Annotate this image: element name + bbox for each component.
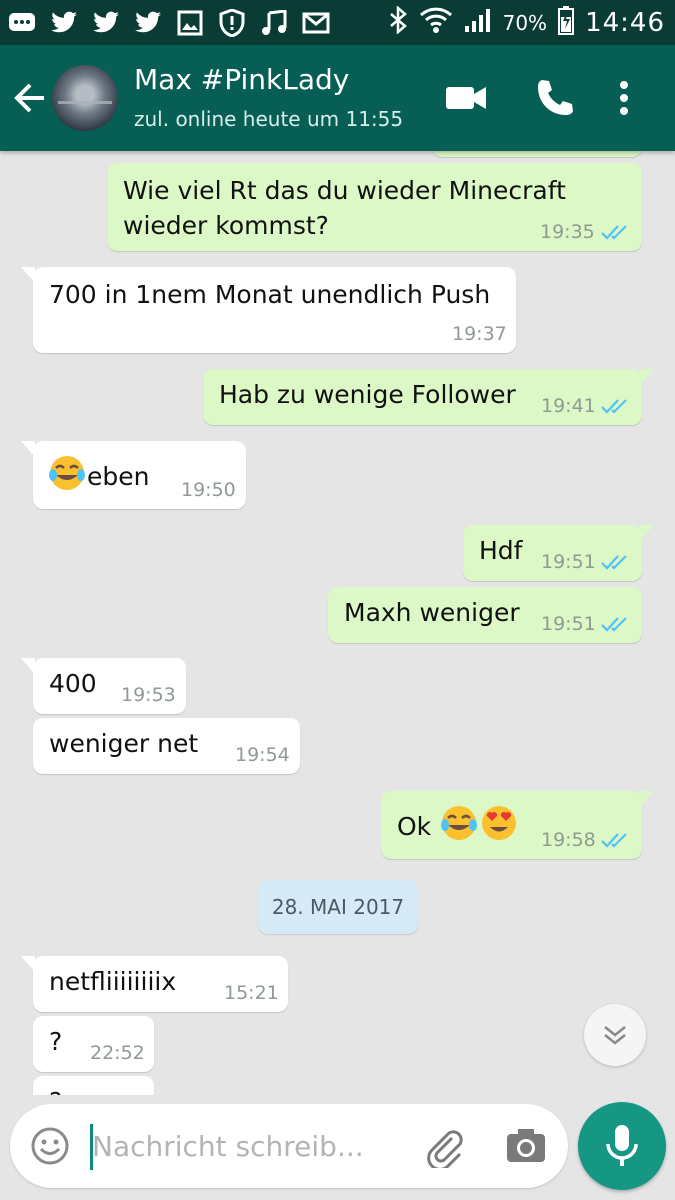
message-bubble-incoming[interactable]: ? 22:52 <box>33 1016 154 1072</box>
twitter-bird-icon <box>134 9 162 37</box>
voice-message-button[interactable] <box>578 1102 666 1190</box>
message-input[interactable] <box>92 1120 402 1172</box>
message-text: Ok <box>397 812 432 841</box>
message-text: 700 in 1nem Monat unendlich Push <box>49 280 491 309</box>
message-time: 19:51 <box>541 551 596 573</box>
face-with-tears-of-joy-icon <box>441 806 478 840</box>
read-receipt-icon <box>601 555 627 570</box>
message-bubble-outgoing[interactable]: Hab zu wenige Follower 19:41 <box>203 369 654 425</box>
attach-paperclip-icon[interactable] <box>422 1124 466 1171</box>
microphone-icon <box>606 1125 638 1166</box>
read-receipt-icon <box>601 399 627 414</box>
face-with-tears-of-joy-icon <box>49 456 85 490</box>
message-text: Maxh weniger <box>344 598 520 627</box>
message-time: 19:41 <box>541 395 596 417</box>
message-bubble-incoming[interactable]: netfliiiiiiiix 15:21 <box>21 956 288 1012</box>
message-text: netfliiiiiiiix <box>49 967 177 996</box>
message-time: 19:35 <box>540 221 595 243</box>
message-time: 19:54 <box>235 744 290 766</box>
phone-icon[interactable] <box>532 75 578 121</box>
gallery-icon <box>176 9 204 37</box>
message-bubble-outgoing[interactable]: Hdf 19:51 <box>463 525 654 581</box>
message-bubble-outgoing[interactable]: Ok 19:58 <box>381 791 654 859</box>
message-time: 19:50 <box>181 479 236 501</box>
message-bubble-outgoing[interactable]: Wie viel Rt das du wieder Minecraft wied… <box>107 163 642 251</box>
music-note-icon <box>260 9 288 37</box>
message-time: 19:58 <box>541 829 596 851</box>
camera-icon[interactable] <box>504 1124 548 1168</box>
read-receipt-icon <box>601 225 627 240</box>
message-bubble-incoming[interactable]: 400 19:53 <box>21 658 186 714</box>
heart-eyes-icon <box>482 806 517 840</box>
message-bubble-incoming[interactable]: eben 19:50 <box>21 441 246 509</box>
wifi-icon <box>419 5 453 42</box>
read-receipt-icon <box>601 617 627 632</box>
status-bar: 70% 14:46 <box>0 0 675 45</box>
notification-icons <box>8 8 330 38</box>
message-bubble-incoming[interactable]: ? <box>33 1076 154 1095</box>
twitter-bird-icon <box>50 9 78 37</box>
message-time: 19:53 <box>121 684 176 706</box>
mail-icon <box>302 9 330 37</box>
signal-icon <box>463 6 493 41</box>
contact-name[interactable]: Max #PinkLady <box>134 63 349 96</box>
message-bubble-outgoing[interactable]: Maxh weniger 19:51 <box>328 587 642 643</box>
message-text: weniger net <box>49 729 199 758</box>
avatar[interactable] <box>52 65 118 131</box>
double-chevron-down-icon <box>604 1026 626 1045</box>
message-time: 19:37 <box>452 323 507 345</box>
scroll-to-bottom-button[interactable] <box>584 1004 646 1066</box>
message-text: wieder kommst? <box>123 211 329 240</box>
message-bubble-partial[interactable] <box>432 151 642 157</box>
message-time: 22:52 <box>90 1042 145 1064</box>
twitter-bird-icon <box>92 9 120 37</box>
message-bubble-incoming[interactable]: 700 in 1nem Monat unendlich Push 19:37 <box>21 267 516 353</box>
message-time: 19:51 <box>541 613 596 635</box>
chat-bubble-icon <box>8 9 36 37</box>
message-text: ? <box>49 1084 62 1095</box>
battery-charging-icon <box>557 5 575 42</box>
bluetooth-icon <box>387 4 409 41</box>
last-seen-status: zul. online heute um 11:55 <box>134 107 404 131</box>
message-text: 400 <box>49 669 97 698</box>
clock: 14:46 <box>585 8 665 38</box>
back-arrow-icon[interactable] <box>10 78 50 118</box>
alert-shield-icon <box>218 9 246 37</box>
message-list[interactable]: Wie viel Rt das du wieder Minecraft wied… <box>0 151 675 1095</box>
read-receipt-icon <box>601 833 627 848</box>
message-text: ? <box>49 1027 63 1056</box>
chat-header: Max #PinkLady zul. online heute um 11:55 <box>0 45 675 151</box>
emoji-icon[interactable] <box>30 1126 70 1166</box>
battery-percent: 70% <box>502 11 548 35</box>
message-text: Hab zu wenige Follower <box>219 380 516 409</box>
message-time: 15:21 <box>224 982 279 1004</box>
system-status: 70% 14:46 <box>387 4 665 42</box>
message-text: Wie viel Rt das du wieder Minecraft <box>123 176 566 205</box>
composer-bar <box>10 1104 568 1188</box>
video-call-icon[interactable] <box>443 75 489 121</box>
date-divider: 28. MAI 2017 <box>258 880 418 934</box>
message-text: Hdf <box>479 536 523 565</box>
message-text: eben <box>87 462 150 491</box>
more-vert-icon[interactable] <box>612 75 636 121</box>
message-bubble-incoming[interactable]: weniger net 19:54 <box>33 718 300 774</box>
